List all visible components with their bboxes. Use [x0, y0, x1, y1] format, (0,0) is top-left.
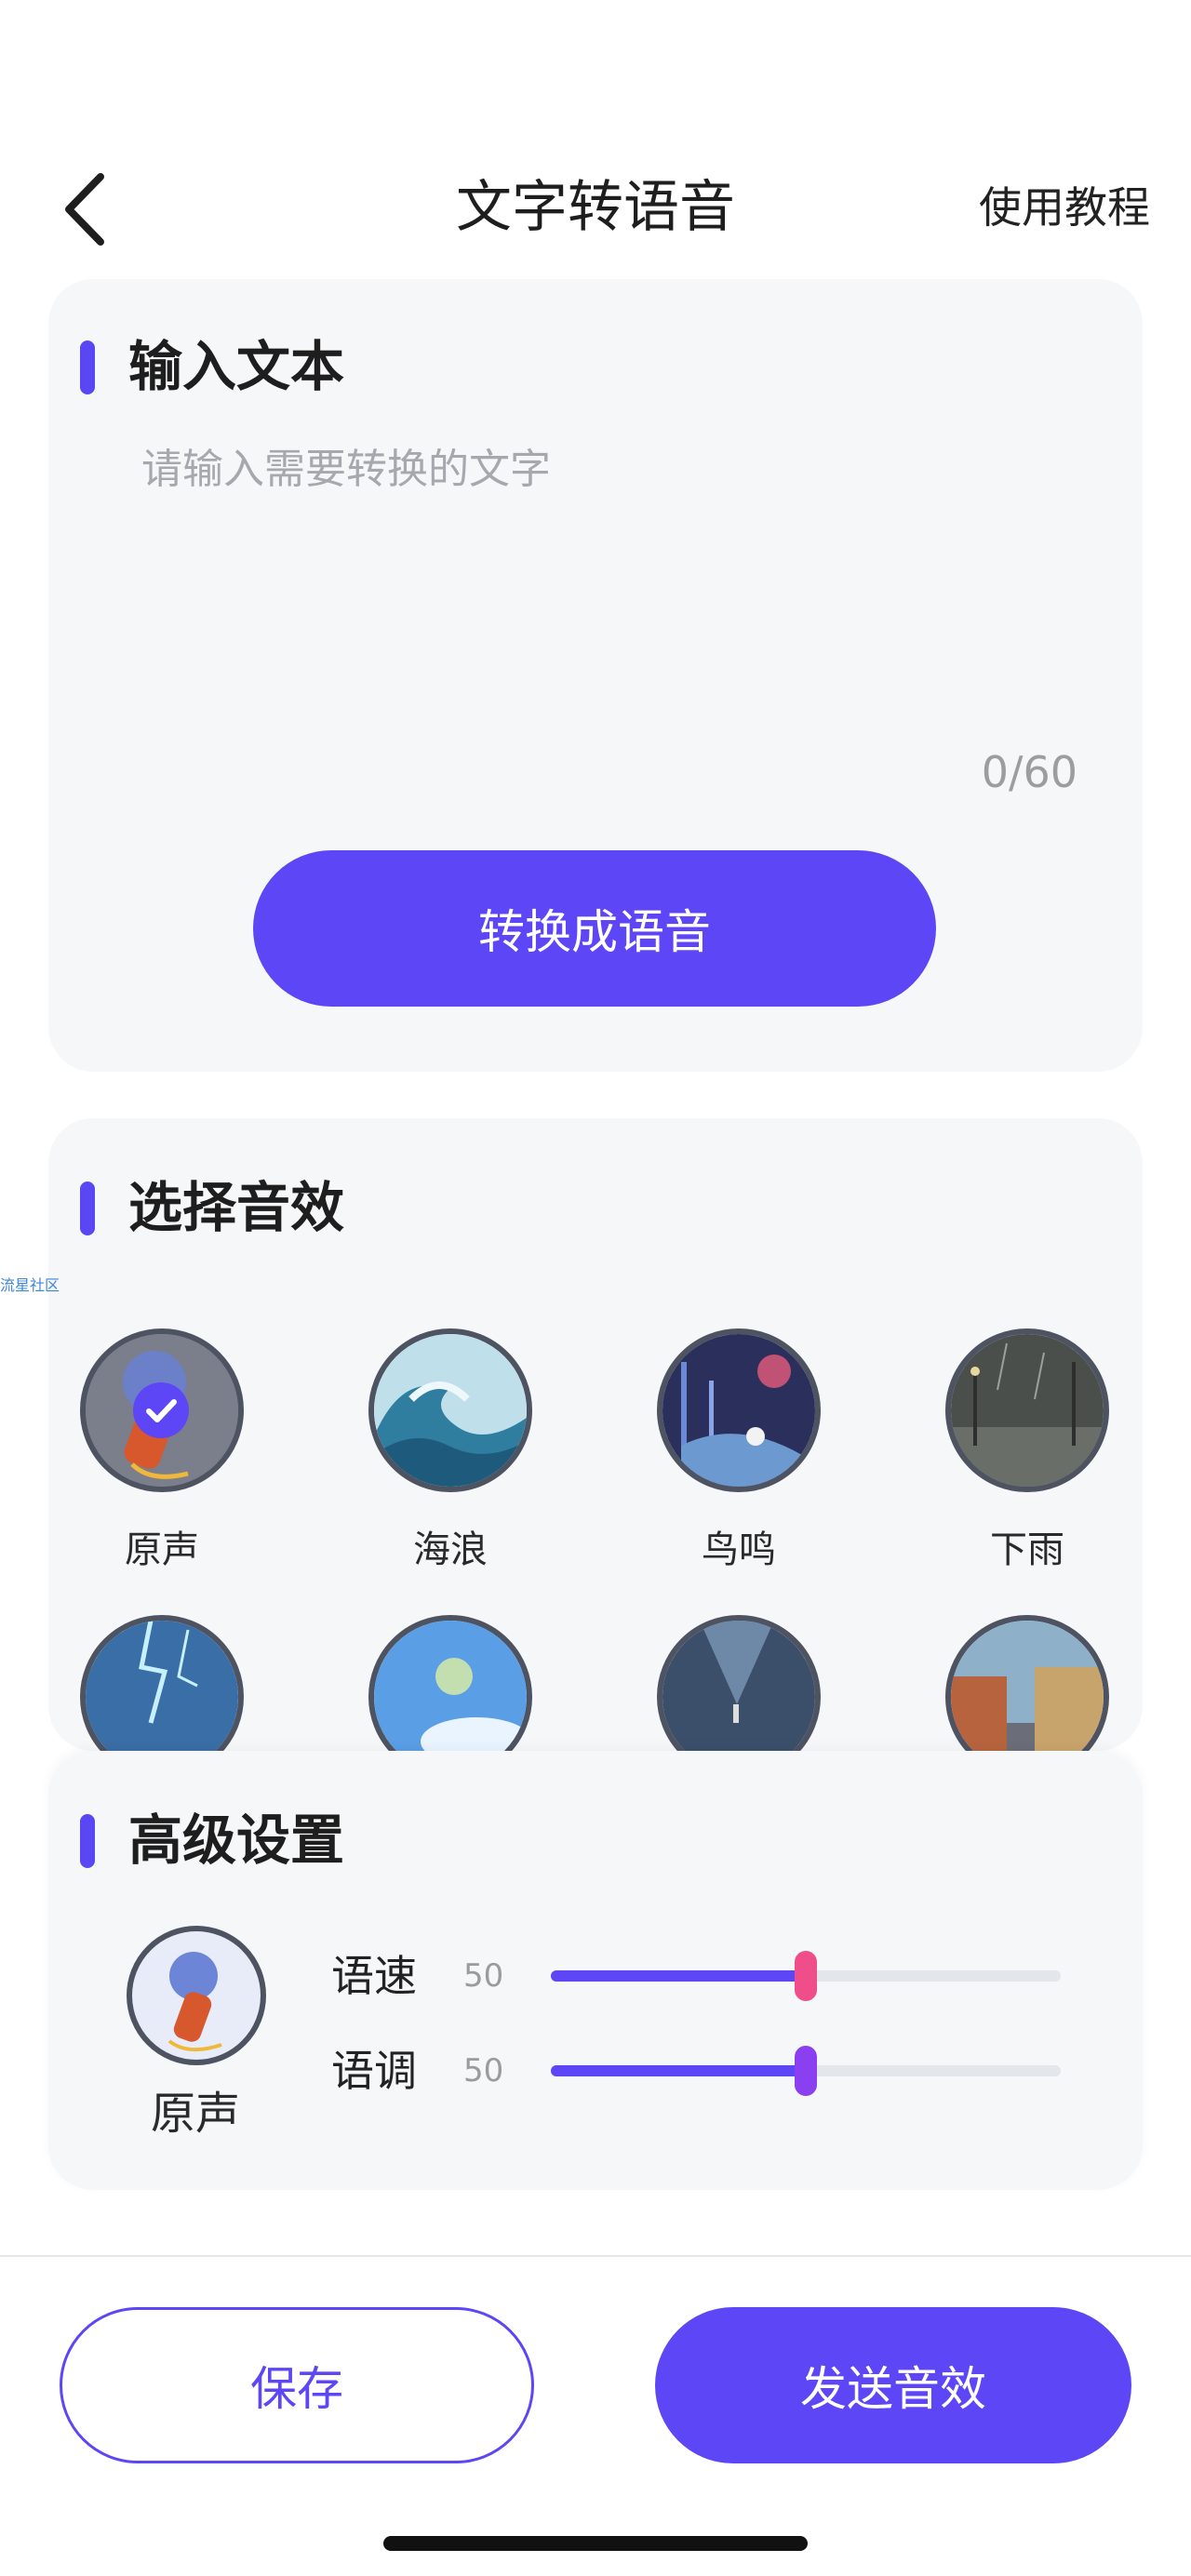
pitch-value: 50	[463, 2052, 504, 2089]
effect-label-bird: 鸟鸣	[702, 1528, 776, 1571]
tutorial-link[interactable]: 使用教程	[979, 175, 1150, 240]
effects-section-title: 选择音效	[128, 1176, 345, 1239]
convert-button[interactable]: 转换成语音	[253, 850, 936, 1007]
rain-image	[951, 1334, 1104, 1487]
section-marker	[80, 340, 95, 394]
save-button[interactable]: 保存	[60, 2307, 534, 2463]
selected-check-icon	[133, 1382, 189, 1438]
speed-slider[interactable]	[551, 1951, 1061, 2001]
char-counter: 0/60	[981, 747, 1077, 797]
wave-image	[374, 1334, 527, 1487]
speed-slider-thumb[interactable]	[795, 1951, 817, 2001]
footer-divider	[0, 2255, 1191, 2257]
section-marker	[80, 1181, 95, 1235]
speed-label: 语速	[331, 1951, 417, 2001]
effect-bird[interactable]	[657, 1328, 821, 1492]
pitch-slider-thumb[interactable]	[795, 2046, 817, 2096]
bird-image	[662, 1334, 815, 1487]
text-input[interactable]	[95, 437, 1081, 800]
pitch-slider-fill	[551, 2065, 806, 2076]
text-input-area	[95, 437, 1081, 800]
section-marker	[80, 1814, 95, 1868]
advanced-section-title: 高级设置	[128, 1809, 345, 1872]
speed-slider-fill	[551, 1970, 806, 1982]
effect-rain[interactable]	[945, 1328, 1109, 1492]
microphone-icon	[167, 1952, 222, 2052]
effect-label-wave: 海浪	[413, 1528, 488, 1571]
effect-label-original: 原声	[125, 1528, 199, 1571]
effect-wave[interactable]	[368, 1328, 532, 1492]
input-section-title: 输入文本	[128, 335, 345, 398]
voice-label: 原声	[150, 2088, 240, 2140]
watermark: 流星社区	[0, 1276, 60, 1294]
voice-avatar	[127, 1926, 266, 2065]
pitch-label: 语调	[331, 2046, 417, 2096]
pitch-slider[interactable]	[551, 2046, 1061, 2096]
speed-value: 50	[463, 1957, 504, 1995]
effect-label-rain: 下雨	[990, 1528, 1064, 1571]
home-indicator	[383, 2536, 808, 2551]
send-effect-button[interactable]: 发送音效	[655, 2307, 1131, 2463]
